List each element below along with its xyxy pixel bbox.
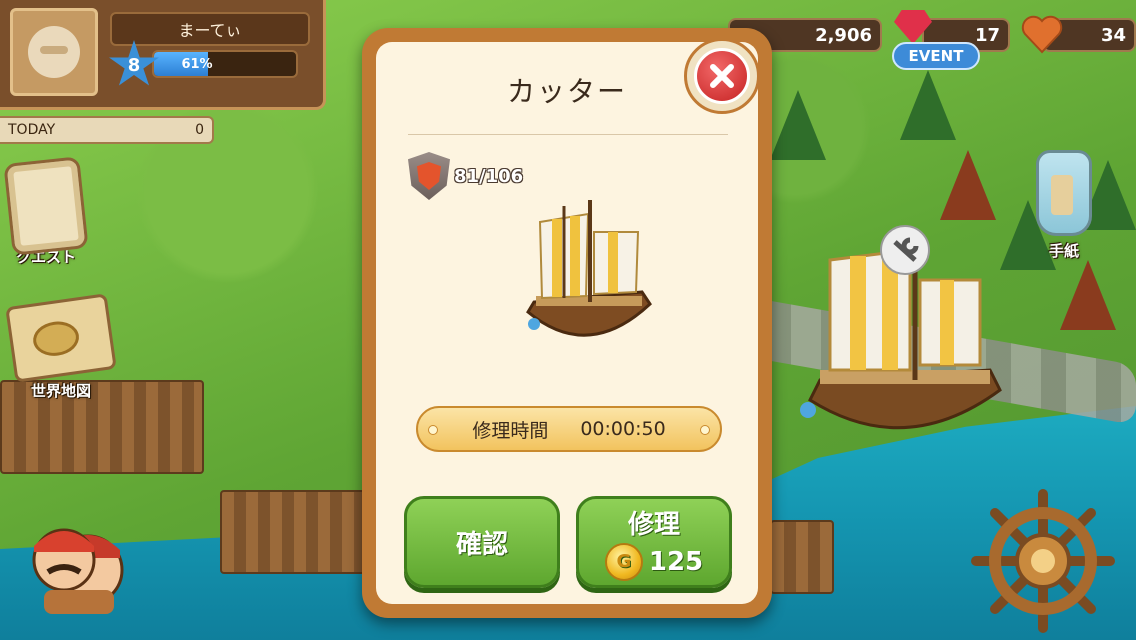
repair-time-label: 修理時間 xyxy=(472,419,549,442)
dialog-body: カッター 81/106 修理時間 00:00:50 確認 修理 G 125 xyxy=(376,42,758,604)
confirm-label: 確認 xyxy=(455,529,508,560)
letter-button[interactable]: 手紙 xyxy=(1036,150,1092,261)
player-panel[interactable]: まーてぃ 61% 8 xyxy=(0,0,326,110)
wooden-pier[interactable] xyxy=(220,490,374,574)
coin-icon: G xyxy=(604,542,643,581)
repair-cost-value: 125 xyxy=(648,546,704,577)
world-map-label: 世界地図 xyxy=(30,382,91,400)
today-label: TODAY xyxy=(8,122,56,138)
bar-rivet xyxy=(428,425,438,435)
heart-value: 34 xyxy=(1100,24,1126,46)
repair-time-bar: 修理時間 00:00:50 xyxy=(416,406,722,452)
ship-hp: 81/106 xyxy=(408,152,523,200)
title-divider xyxy=(408,134,728,135)
ruby-value: 17 xyxy=(974,24,1000,46)
today-counter: TODAY 0 xyxy=(0,116,214,144)
bottle-icon xyxy=(1036,150,1092,236)
ship-wheel-icon[interactable] xyxy=(968,486,1118,636)
gold-value: 2,906 xyxy=(815,24,872,46)
level-value: 8 xyxy=(127,54,141,76)
xp-percent: 61% xyxy=(181,56,213,72)
pine-tree xyxy=(770,90,826,160)
wooden-steps xyxy=(770,520,834,594)
event-button[interactable]: EVENT xyxy=(892,42,980,70)
pine-tree xyxy=(900,70,956,140)
xp-bar: 61% xyxy=(152,50,298,78)
crew-icon[interactable] xyxy=(24,506,132,616)
today-value: 0 xyxy=(195,122,204,138)
player-avatar[interactable] xyxy=(10,8,98,96)
repair-button[interactable]: 修理 G 125 xyxy=(576,496,732,588)
confirm-button[interactable]: 確認 xyxy=(404,496,560,588)
docked-ship[interactable] xyxy=(790,220,1020,470)
close-button[interactable] xyxy=(684,38,760,114)
repair-label: 修理 xyxy=(627,509,680,540)
quest-button[interactable]: クエスト xyxy=(3,156,89,267)
bar-rivet xyxy=(700,425,710,435)
heart-icon xyxy=(1021,15,1063,54)
repair-time-value: 00:00:50 xyxy=(580,418,666,440)
player-name: まーてぃ xyxy=(110,12,310,46)
world-map-button[interactable]: 世界地図 xyxy=(5,293,117,401)
map-icon xyxy=(5,293,117,383)
scroll-icon xyxy=(3,156,89,256)
letter-label: 手紙 xyxy=(1048,242,1079,260)
autumn-tree xyxy=(1060,260,1116,330)
close-icon xyxy=(694,48,750,104)
repair-dialog: カッター 81/106 修理時間 00:00:50 確認 修理 G 125 xyxy=(362,28,772,618)
hp-value: 81/106 xyxy=(454,165,524,187)
repair-cost: G 125 xyxy=(604,542,704,581)
shield-icon xyxy=(408,152,450,200)
ship-image xyxy=(526,200,652,337)
autumn-tree xyxy=(940,150,996,220)
avatar-placeholder-icon xyxy=(28,26,80,78)
